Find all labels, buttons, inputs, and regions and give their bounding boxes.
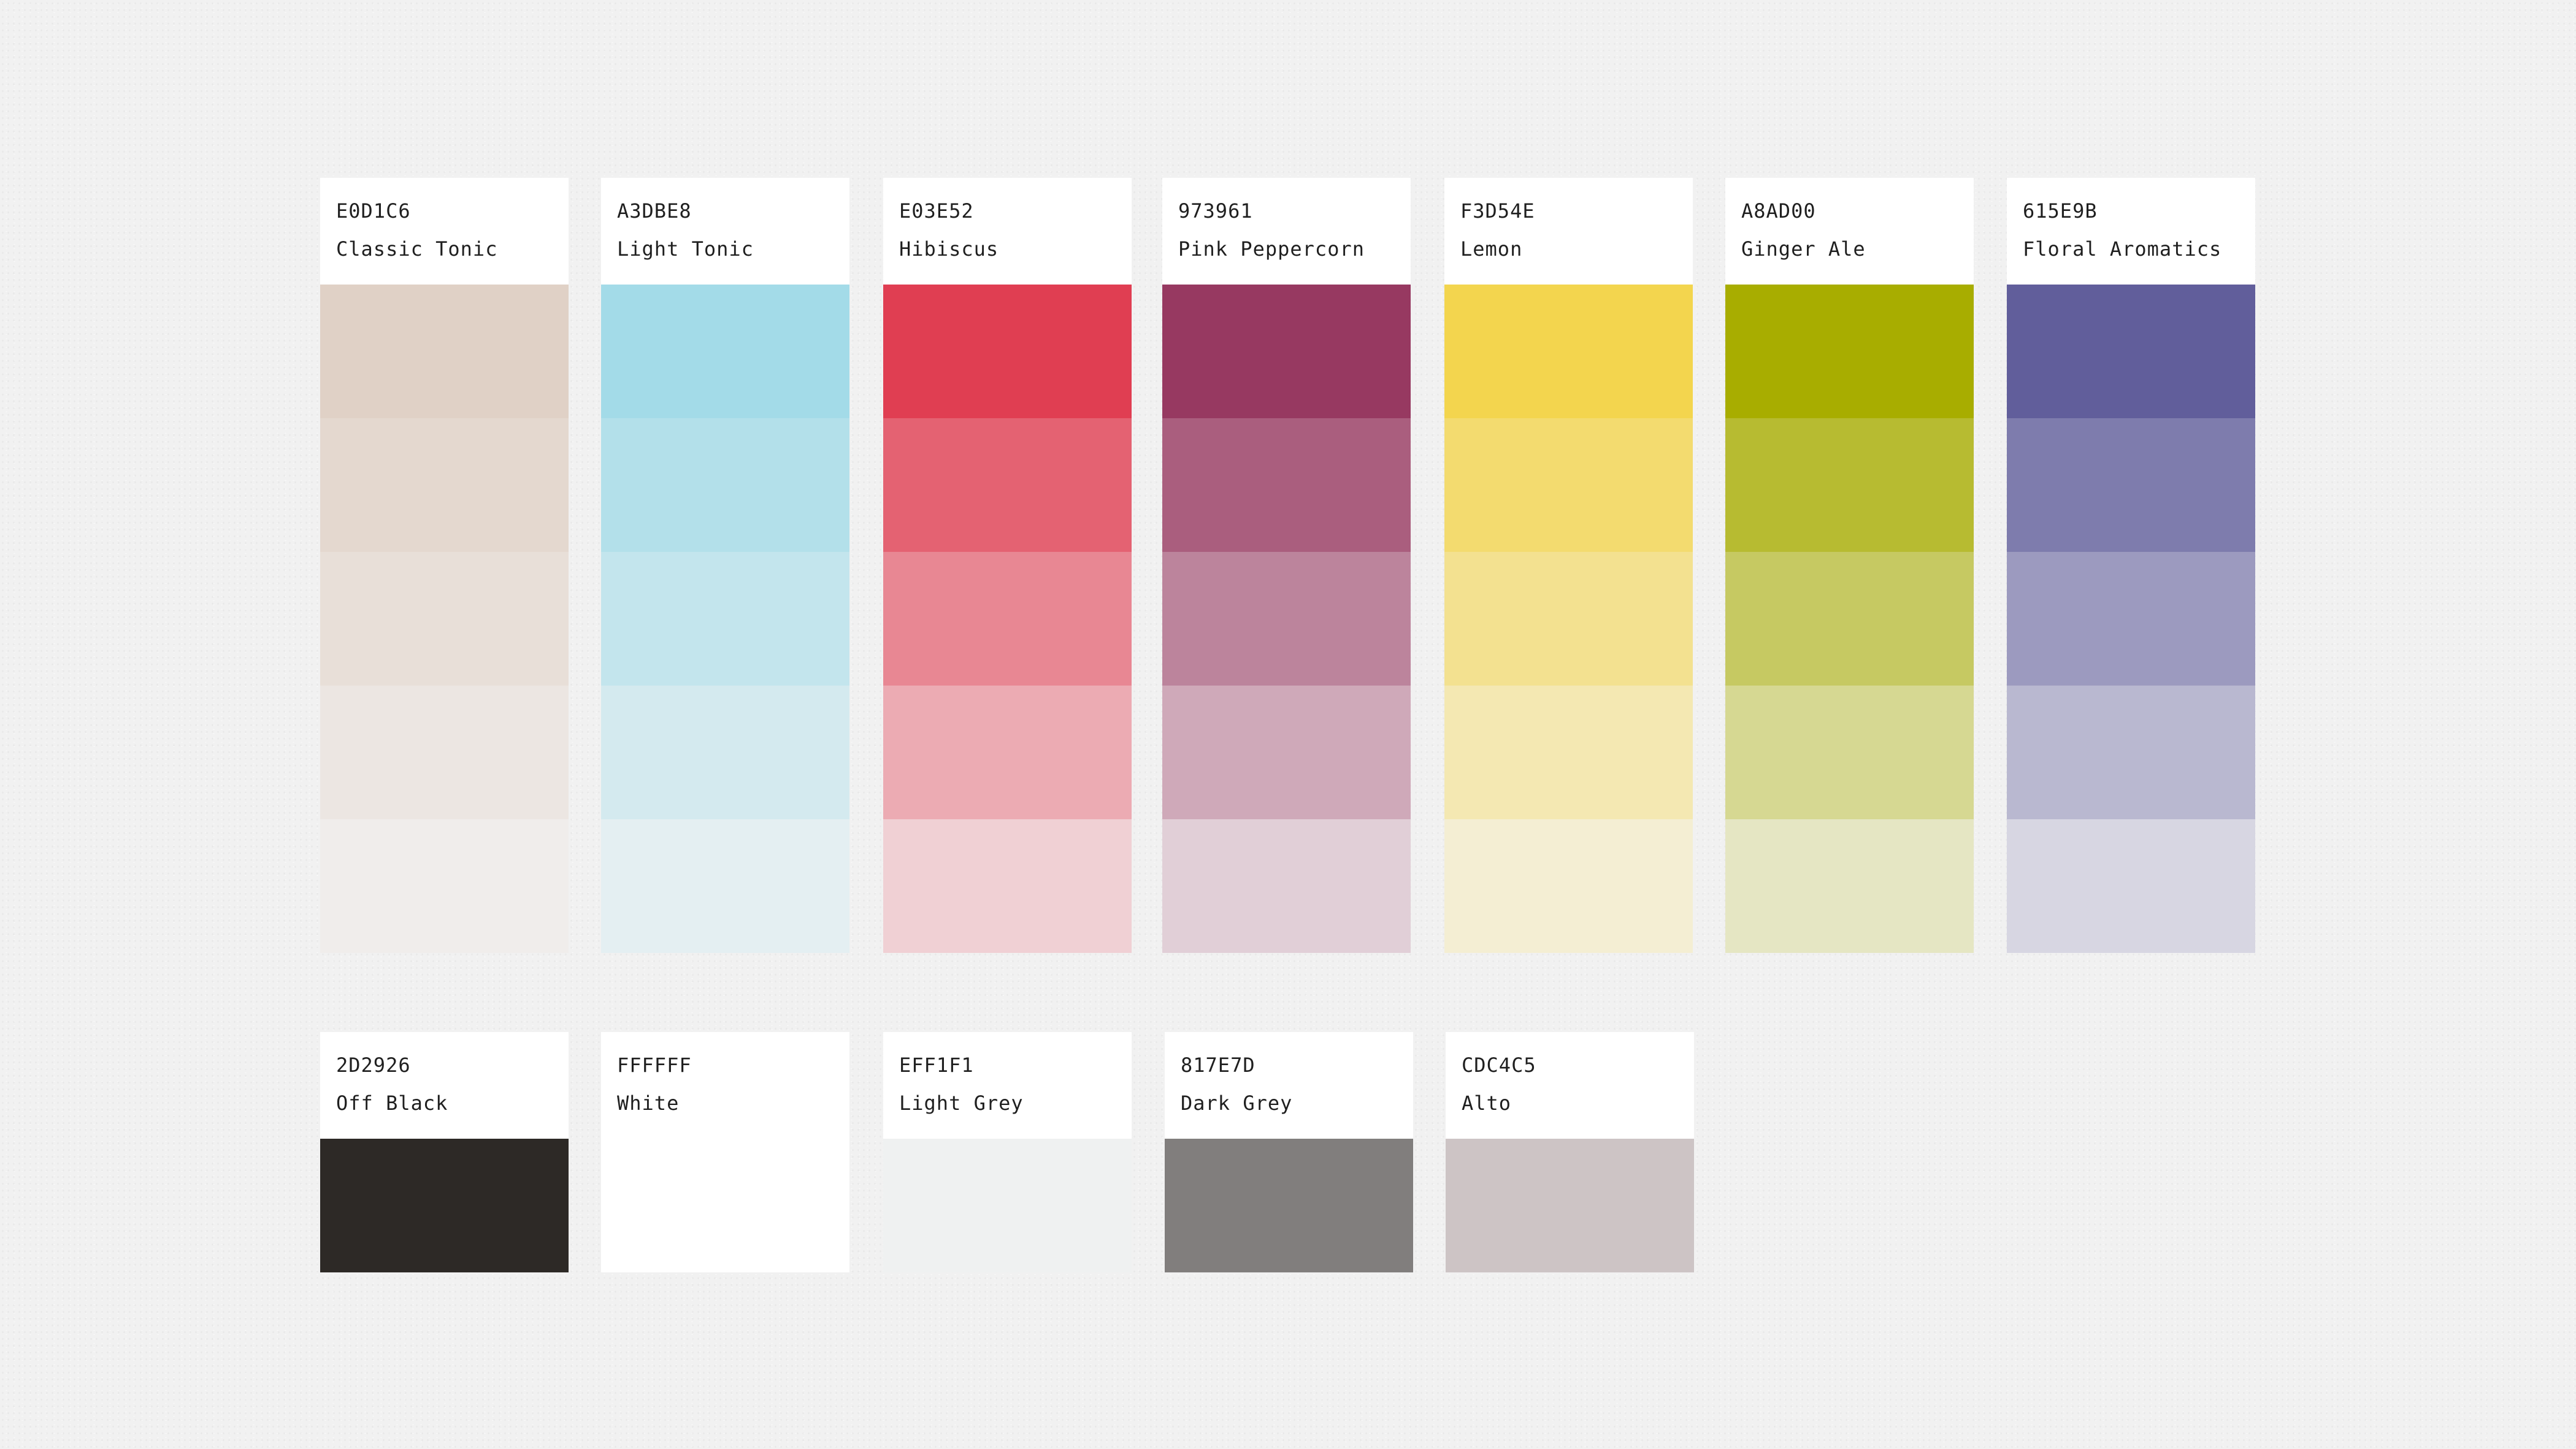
color-name: Light Grey	[899, 1092, 1024, 1115]
tint-swatch	[601, 819, 849, 953]
color-name: Classic Tonic	[336, 237, 498, 261]
color-name: White	[617, 1092, 680, 1115]
tint-swatch	[601, 552, 849, 686]
tint-swatch	[320, 686, 569, 819]
swatch-card-off-black: 2D2926 Off Black	[320, 1032, 569, 1272]
swatch-card-dark-grey: 817E7D Dark Grey	[1165, 1032, 1413, 1272]
hex-code: 2D2926	[336, 1053, 411, 1077]
color-name: Alto	[1462, 1092, 1512, 1115]
hex-code: E0D1C6	[336, 199, 411, 223]
swatch-label: A8AD00 Ginger Ale	[1725, 178, 1974, 285]
swatch-card-light-grey: EFF1F1 Light Grey	[883, 1032, 1132, 1272]
tint-swatch	[601, 418, 849, 552]
hex-code: 817E7D	[1181, 1053, 1255, 1077]
tint-swatch	[2007, 686, 2255, 819]
swatch-label: 817E7D Dark Grey	[1165, 1032, 1413, 1139]
swatch-label: 2D2926 Off Black	[320, 1032, 569, 1139]
tint-swatch	[883, 418, 1132, 552]
tint-stack	[2007, 285, 2255, 953]
tint-swatch	[1444, 418, 1693, 552]
tint-swatch	[2007, 552, 2255, 686]
swatch-label: E03E52 Hibiscus	[883, 178, 1132, 285]
swatch-card-alto: CDC4C5 Alto	[1446, 1032, 1694, 1272]
tint-swatch	[1162, 552, 1411, 686]
tint-swatch	[2007, 285, 2255, 418]
tint-swatch	[1162, 285, 1411, 418]
swatch-card-hibiscus: E03E52 Hibiscus	[883, 178, 1132, 953]
hex-code: E03E52	[899, 199, 974, 223]
hex-code: 615E9B	[2023, 199, 2098, 223]
color-swatch	[1446, 1139, 1694, 1272]
tint-stack	[1162, 285, 1411, 953]
color-name: Ginger Ale	[1741, 237, 1866, 261]
tint-swatch	[2007, 418, 2255, 552]
tint-swatch	[601, 285, 849, 418]
swatch-label: FFFFFF White	[601, 1032, 849, 1139]
color-name: Pink Peppercorn	[1178, 237, 1365, 261]
hex-code: F3D54E	[1460, 199, 1535, 223]
color-name: Dark Grey	[1181, 1092, 1293, 1115]
tint-stack	[1725, 285, 1974, 953]
tint-swatch	[1725, 418, 1974, 552]
swatch-label: 973961 Pink Peppercorn	[1162, 178, 1411, 285]
swatch-label: EFF1F1 Light Grey	[883, 1032, 1132, 1139]
swatch-card-floral-aromatics: 615E9B Floral Aromatics	[2007, 178, 2255, 953]
tint-swatch	[320, 285, 569, 418]
tint-swatch	[1725, 552, 1974, 686]
palette-page: { "palette_rows": [ [ {"hex": "E0D1C6", …	[0, 0, 2576, 1449]
tint-swatch	[883, 285, 1132, 418]
color-name: Floral Aromatics	[2023, 237, 2222, 261]
tint-swatch	[1725, 686, 1974, 819]
tint-stack	[1444, 285, 1693, 953]
tint-swatch	[883, 686, 1132, 819]
swatch-card-light-tonic: A3DBE8 Light Tonic	[601, 178, 849, 953]
swatch-label: 615E9B Floral Aromatics	[2007, 178, 2255, 285]
tint-swatch	[1162, 686, 1411, 819]
tint-swatch	[1444, 285, 1693, 418]
swatch-card-lemon: F3D54E Lemon	[1444, 178, 1693, 953]
swatch-card-pink-peppercorn: 973961 Pink Peppercorn	[1162, 178, 1411, 953]
tint-swatch	[883, 819, 1132, 953]
tint-swatch	[1162, 819, 1411, 953]
swatch-label: E0D1C6 Classic Tonic	[320, 178, 569, 285]
swatch-card-ginger-ale: A8AD00 Ginger Ale	[1725, 178, 1974, 953]
color-name: Lemon	[1460, 237, 1523, 261]
tint-stack	[601, 285, 849, 953]
hex-code: A3DBE8	[617, 199, 692, 223]
swatch-label: CDC4C5 Alto	[1446, 1032, 1694, 1139]
color-name: Light Tonic	[617, 237, 754, 261]
swatch-card-white: FFFFFF White	[601, 1032, 849, 1272]
hex-code: CDC4C5	[1462, 1053, 1536, 1077]
color-swatch	[883, 1139, 1132, 1272]
color-swatch	[601, 1139, 849, 1272]
tint-stack	[320, 285, 569, 953]
swatch-label: F3D54E Lemon	[1444, 178, 1693, 285]
tint-swatch	[320, 819, 569, 953]
color-name: Off Black	[336, 1092, 448, 1115]
tint-swatch	[1444, 552, 1693, 686]
tint-swatch	[1162, 418, 1411, 552]
color-swatch	[1165, 1139, 1413, 1272]
hex-code: A8AD00	[1741, 199, 1816, 223]
tint-swatch	[1725, 819, 1974, 953]
swatch-label: A3DBE8 Light Tonic	[601, 178, 849, 285]
hex-code: EFF1F1	[899, 1053, 974, 1077]
hex-code: 973961	[1178, 199, 1253, 223]
color-swatch	[320, 1139, 569, 1272]
swatch-card-classic-tonic: E0D1C6 Classic Tonic	[320, 178, 569, 953]
tint-swatch	[1725, 285, 1974, 418]
tint-swatch	[320, 418, 569, 552]
tint-swatch	[2007, 819, 2255, 953]
tint-swatch	[1444, 686, 1693, 819]
color-name: Hibiscus	[899, 237, 999, 261]
tint-swatch	[601, 686, 849, 819]
tint-swatch	[320, 552, 569, 686]
tint-swatch	[1444, 819, 1693, 953]
tint-swatch	[883, 552, 1132, 686]
tint-stack	[883, 285, 1132, 953]
hex-code: FFFFFF	[617, 1053, 692, 1077]
